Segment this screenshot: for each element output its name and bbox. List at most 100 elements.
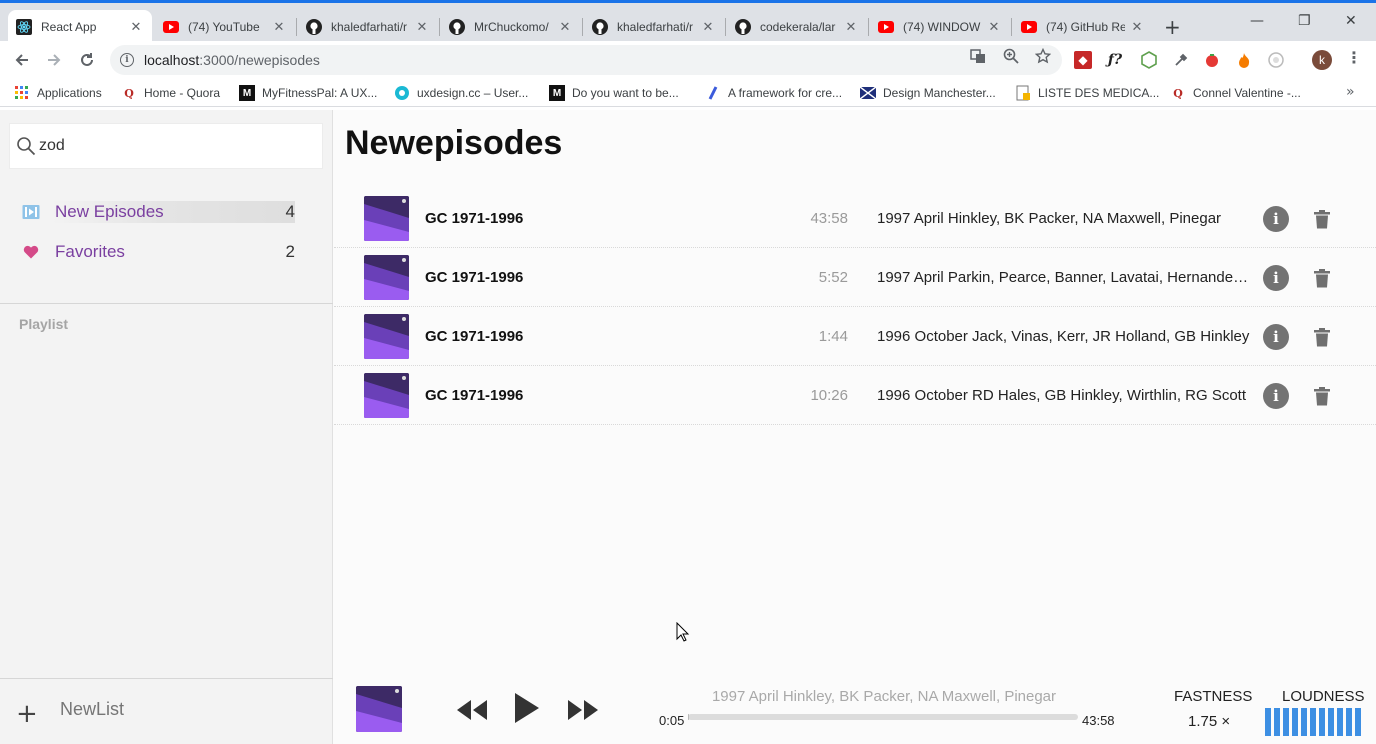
tab-github[interactable]: codekerala/lar ✕: [727, 10, 867, 44]
bookmark-label: Home - Quora: [144, 86, 221, 100]
minimize-button[interactable]: —: [1250, 13, 1264, 29]
tab-github[interactable]: MrChuckomo/ ✕: [441, 10, 581, 44]
episode-title: GC 1971-1996: [425, 210, 524, 227]
tab-github[interactable]: khaledfarhati/r ✕: [584, 10, 724, 44]
volume-bar[interactable]: [1346, 708, 1352, 736]
fast-forward-button[interactable]: [567, 696, 599, 724]
info-icon[interactable]: i: [1263, 323, 1289, 350]
tab-youtube[interactable]: (74) YouTube ✕: [155, 10, 295, 44]
new-list-input[interactable]: [60, 699, 260, 720]
tab-youtube[interactable]: (74) WINDOW ✕: [870, 10, 1010, 44]
tab-youtube[interactable]: (74) GitHub Re ✕: [1013, 10, 1153, 44]
translate-icon[interactable]: [970, 48, 986, 68]
tab-title: (74) WINDOW: [903, 20, 981, 34]
volume-slider[interactable]: [1265, 708, 1373, 736]
episode-row[interactable]: GC 1971-1996 43:58 1997 April Hinkley, B…: [334, 190, 1376, 248]
episode-cover: [364, 314, 409, 359]
bookmark-label: LISTE DES MEDICA...: [1038, 86, 1160, 100]
reload-button[interactable]: [74, 47, 100, 73]
bookmarks-overflow-icon[interactable]: »: [1346, 84, 1355, 100]
volume-bar[interactable]: [1283, 708, 1289, 736]
play-button[interactable]: [514, 693, 540, 723]
eyedropper-icon[interactable]: [1172, 51, 1190, 69]
extension-badge-icon[interactable]: [1267, 51, 1285, 69]
search-box[interactable]: [9, 123, 323, 169]
volume-bar[interactable]: [1328, 708, 1334, 736]
episode-row[interactable]: GC 1971-1996 1:44 1996 October Jack, Vin…: [334, 308, 1376, 366]
fx-extension-icon[interactable]: ƒ?: [1106, 51, 1124, 69]
close-icon[interactable]: ✕: [271, 19, 287, 35]
volume-bar[interactable]: [1310, 708, 1316, 736]
close-icon[interactable]: ✕: [1129, 19, 1145, 35]
sidebar-item-new-episodes[interactable]: New Episodes 4: [0, 196, 333, 228]
volume-bar[interactable]: [1301, 708, 1307, 736]
close-icon[interactable]: ✕: [414, 19, 430, 35]
bookmark-connel[interactable]: Q Connel Valentine -...: [1170, 84, 1301, 102]
progress-slider[interactable]: [688, 714, 1078, 720]
bookmark-framework[interactable]: A framework for cre...: [705, 84, 842, 102]
close-icon[interactable]: ✕: [986, 19, 1002, 35]
volume-bar[interactable]: [1265, 708, 1271, 736]
volume-bar[interactable]: [1355, 708, 1361, 736]
window-close-button[interactable]: ✕: [1345, 13, 1357, 29]
site-info-icon[interactable]: i: [120, 53, 134, 67]
bookmark-myfitnesspal[interactable]: M MyFitnessPal: A UX...: [239, 84, 377, 102]
tab-github[interactable]: khaledfarhati/r ✕: [298, 10, 438, 44]
back-button[interactable]: [9, 47, 35, 73]
trash-icon[interactable]: [1313, 268, 1331, 288]
volume-bar[interactable]: [1319, 708, 1325, 736]
youtube-icon: [878, 19, 894, 35]
tab-title: khaledfarhati/r: [617, 20, 694, 34]
bookmark-quora[interactable]: Q Home - Quora: [121, 84, 220, 102]
trash-icon[interactable]: [1313, 386, 1331, 406]
bookmark-medium[interactable]: M Do you want to be...: [549, 84, 679, 102]
volume-bar[interactable]: [1274, 708, 1280, 736]
address-bar[interactable]: i localhost:3000/newepisodes: [110, 45, 1062, 75]
node-extension-icon[interactable]: [1140, 51, 1158, 69]
info-icon[interactable]: i: [1263, 205, 1289, 232]
tomato-extension-icon[interactable]: [1203, 51, 1221, 69]
sidebar-item-favorites[interactable]: Favorites 2: [0, 236, 333, 268]
volume-bar[interactable]: [1337, 708, 1343, 736]
episode-row[interactable]: GC 1971-1996 5:52 1997 April Parkin, Pea…: [334, 249, 1376, 307]
episode-row[interactable]: GC 1971-1996 10:26 1996 October RD Hales…: [334, 367, 1376, 425]
extension-icon[interactable]: ◆: [1074, 51, 1092, 69]
browser-menu-icon[interactable]: ⋮: [1346, 48, 1362, 67]
restore-button[interactable]: ❐: [1298, 13, 1311, 29]
close-icon[interactable]: ✕: [843, 19, 859, 35]
fire-extension-icon[interactable]: [1235, 51, 1253, 69]
profile-avatar[interactable]: k: [1312, 50, 1332, 70]
bookmark-star-icon[interactable]: [1034, 47, 1052, 68]
new-tab-button[interactable]: +: [1164, 15, 1181, 39]
trash-icon[interactable]: [1313, 327, 1331, 347]
volume-bar[interactable]: [1292, 708, 1298, 736]
bookmark-design-manchester[interactable]: Design Manchester...: [860, 84, 996, 102]
forward-button[interactable]: [41, 47, 67, 73]
rewind-button[interactable]: [456, 696, 488, 724]
tab-separator: [725, 18, 726, 36]
add-list-button[interactable]: +: [16, 699, 38, 729]
bookmark-liste-medica[interactable]: LISTE DES MEDICA...: [1015, 84, 1159, 102]
bookmark-uxdesign[interactable]: uxdesign.cc – User...: [394, 84, 528, 102]
react-icon: [16, 19, 32, 35]
episode-duration: 43:58: [810, 210, 848, 227]
episode-duration: 5:52: [818, 269, 848, 286]
close-icon[interactable]: ✕: [128, 19, 144, 35]
bookmark-label: A framework for cre...: [728, 86, 843, 100]
trash-icon[interactable]: [1313, 209, 1331, 229]
speed-value[interactable]: 1.75 ×: [1188, 713, 1230, 730]
close-icon[interactable]: ✕: [557, 19, 573, 35]
tab-title: React App: [41, 20, 97, 34]
info-icon[interactable]: i: [1263, 382, 1289, 409]
search-input[interactable]: [39, 137, 309, 155]
speed-label: FASTNESS: [1174, 688, 1253, 705]
zoom-icon[interactable]: [1003, 48, 1019, 68]
bookmark-applications[interactable]: Applications: [14, 84, 102, 102]
episode-cover: [364, 255, 409, 300]
info-icon[interactable]: i: [1263, 264, 1289, 291]
progress-fill: [688, 714, 689, 720]
close-icon[interactable]: ✕: [700, 19, 716, 35]
tab-separator: [439, 18, 440, 36]
youtube-icon: [1021, 19, 1037, 35]
tab-react-app[interactable]: React App ✕: [8, 10, 152, 44]
